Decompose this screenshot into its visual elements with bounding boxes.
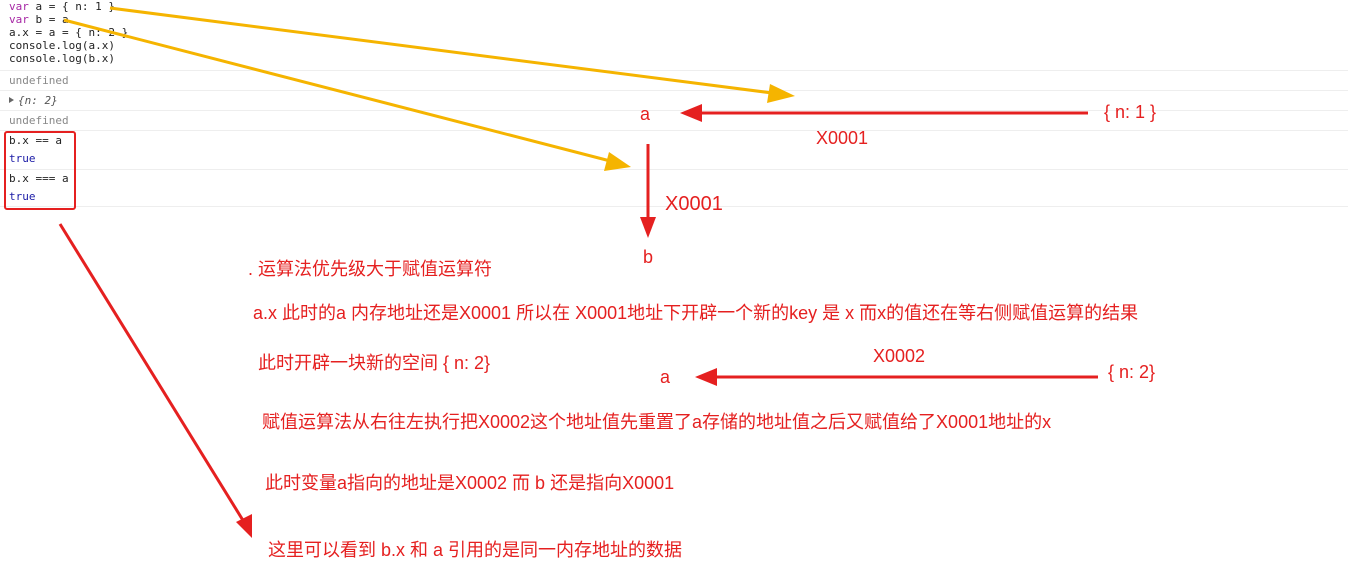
red-arrow-box-to-note [58, 223, 252, 538]
label-address-x0001-h: X0001 [816, 128, 869, 148]
red-arrow-a-to-b [640, 144, 656, 238]
label-a-top: a [640, 104, 651, 124]
note-new-space: 此时开辟一块新的空间 { n: 2} [258, 353, 491, 373]
note-ax-address: a.x 此时的a 内存地址还是X0001 所以在 X0001地址下开辟一个新的k… [253, 303, 1139, 323]
note-operator-precedence: . 运算法优先级大于赋值运算符 [248, 259, 493, 279]
note-same-reference: 这里可以看到 b.x 和 a 引用的是同一内存地址的数据 [268, 540, 683, 560]
label-b: b [643, 247, 654, 267]
label-address-x0001-v: X0001 [665, 193, 723, 215]
yellow-arrow-b-to-a [63, 18, 631, 171]
note-a-points-x0002: 此时变量a指向的地址是X0002 而 b 还是指向X0001 [265, 473, 675, 493]
yellow-arrow-a-to-obj [109, 6, 795, 103]
label-obj-n2: { n: 2} [1108, 362, 1156, 382]
label-obj-n1: { n: 1 } [1104, 102, 1157, 122]
label-address-x0002: X0002 [873, 346, 926, 366]
label-a-mid: a [660, 367, 671, 387]
red-arrow-obj2-to-a [695, 368, 1098, 386]
note-right-to-left: 赋值运算法从右往左执行把X0002这个地址值先重置了a存储的地址值之后又赋值给了… [262, 412, 1052, 432]
red-arrow-obj1-to-a [680, 104, 1088, 122]
